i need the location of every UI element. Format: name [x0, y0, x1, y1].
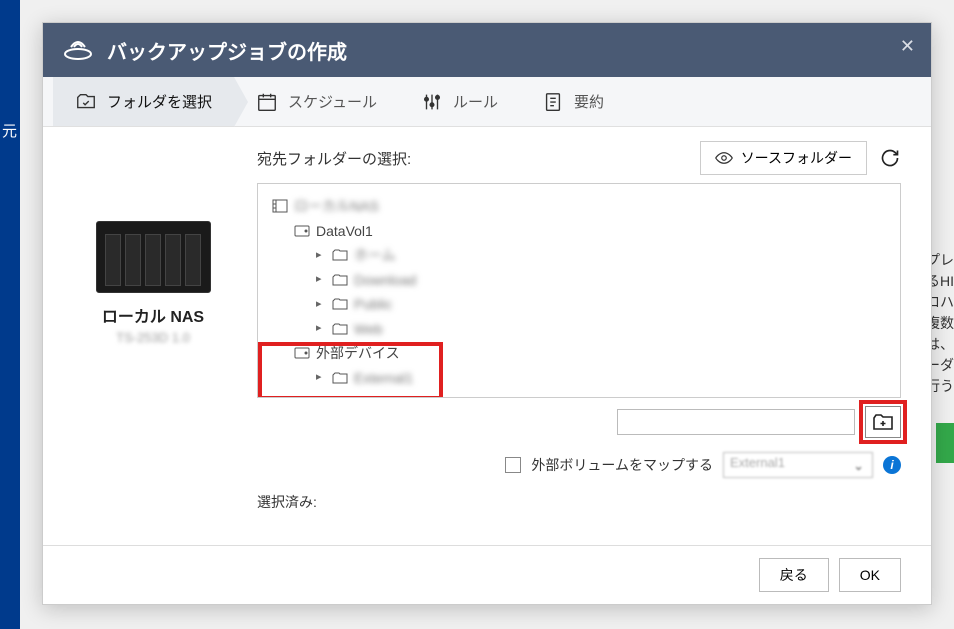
chevron-down-icon: ⌄	[853, 458, 864, 474]
calendar-icon	[256, 91, 278, 113]
step-folders[interactable]: フォルダを選択	[53, 77, 234, 126]
sliders-icon	[421, 91, 443, 113]
step-label: ルール	[453, 91, 498, 112]
tree-folder[interactable]: ▸ Web	[272, 317, 886, 342]
dialog-footer: 戻る OK	[43, 545, 931, 604]
tree-external-folder[interactable]: ▸ External1	[272, 366, 886, 391]
drive-icon	[294, 347, 310, 359]
ok-button[interactable]: OK	[839, 558, 901, 592]
selected-label: 選択済み:	[257, 492, 901, 512]
add-folder-button[interactable]	[865, 406, 901, 438]
step-label: スケジュール	[288, 91, 377, 112]
path-row	[257, 406, 901, 438]
summary-icon	[542, 91, 564, 113]
destination-panel: 宛先フォルダーの選択: ソースフォルダー ローカルNAS	[257, 141, 901, 535]
folder-plus-icon	[872, 413, 894, 431]
drive-icon	[294, 225, 310, 237]
dialog-content: ローカル NAS TS-253D 1.0 宛先フォルダーの選択: ソースフォルダ…	[43, 127, 931, 545]
step-label: 要約	[574, 91, 604, 112]
server-icon	[272, 199, 288, 213]
panel-title: 宛先フォルダーの選択:	[257, 148, 411, 169]
folder-icon	[332, 298, 348, 310]
tree-external-folder-label: External1	[354, 366, 413, 391]
tree-folder-label: Public	[354, 292, 392, 317]
new-folder-input[interactable]	[617, 409, 855, 435]
step-summary[interactable]: 要約	[520, 77, 626, 126]
folder-icon	[332, 274, 348, 286]
tree-external-device[interactable]: 外部デバイス	[272, 341, 886, 366]
folder-select-icon	[75, 91, 97, 113]
map-volume-row: 外部ボリュームをマップする External1 ⌄ i	[257, 452, 901, 478]
tree-external-label: 外部デバイス	[316, 341, 400, 366]
tree-folder[interactable]: ▸ ホーム	[272, 243, 886, 268]
tree-folder-label: Download	[354, 268, 416, 293]
tree-folder-label: ホーム	[354, 243, 396, 268]
folder-icon	[332, 372, 348, 384]
map-select-value: External1	[730, 455, 785, 470]
folder-tree[interactable]: ローカルNAS DataVol1 ▸ ホーム ▸ Download ▸ P	[257, 183, 901, 398]
tree-folder-label: Web	[354, 317, 383, 342]
source-button-label: ソースフォルダー	[741, 148, 852, 168]
background-text: 元	[2, 120, 17, 141]
background-sidebar	[0, 0, 20, 629]
step-rules[interactable]: ルール	[399, 77, 520, 126]
map-volume-checkbox[interactable]	[505, 457, 521, 473]
step-schedule[interactable]: スケジュール	[234, 77, 399, 126]
folder-icon	[332, 249, 348, 261]
background-green	[936, 423, 954, 463]
dialog-title: バックアップジョブの作成	[107, 36, 347, 65]
tree-volume-label: DataVol1	[316, 219, 373, 244]
map-volume-select[interactable]: External1 ⌄	[723, 452, 873, 478]
map-volume-label: 外部ボリュームをマップする	[531, 455, 713, 475]
eye-icon	[715, 152, 733, 164]
nas-model: TS-253D 1.0	[116, 330, 190, 345]
folder-icon	[332, 323, 348, 335]
refresh-icon	[880, 148, 900, 168]
tree-folder[interactable]: ▸ Public	[272, 292, 886, 317]
nas-label: ローカル NAS	[102, 303, 204, 327]
tree-root-label: ローカルNAS	[294, 194, 379, 219]
panel-header: 宛先フォルダーの選択: ソースフォルダー	[257, 141, 901, 175]
tree-root[interactable]: ローカルNAS	[272, 194, 886, 219]
refresh-button[interactable]	[879, 147, 901, 169]
nas-panel: ローカル NAS TS-253D 1.0	[73, 141, 233, 535]
info-icon[interactable]: i	[883, 456, 901, 474]
close-button[interactable]: ✕	[900, 37, 915, 55]
back-button[interactable]: 戻る	[759, 558, 829, 592]
source-folders-button[interactable]: ソースフォルダー	[700, 141, 867, 175]
nas-image	[96, 221, 211, 293]
backup-job-dialog: バックアップジョブの作成 ✕ フォルダを選択 スケジュール ルール 要約 ローカ…	[42, 22, 932, 605]
tree-volume[interactable]: DataVol1	[272, 219, 886, 244]
step-label: フォルダを選択	[107, 91, 212, 112]
wizard-stepper: フォルダを選択 スケジュール ルール 要約	[43, 77, 931, 127]
nas-icon	[63, 39, 93, 61]
dialog-titlebar: バックアップジョブの作成 ✕	[43, 23, 931, 77]
tree-folder[interactable]: ▸ Download	[272, 268, 886, 293]
